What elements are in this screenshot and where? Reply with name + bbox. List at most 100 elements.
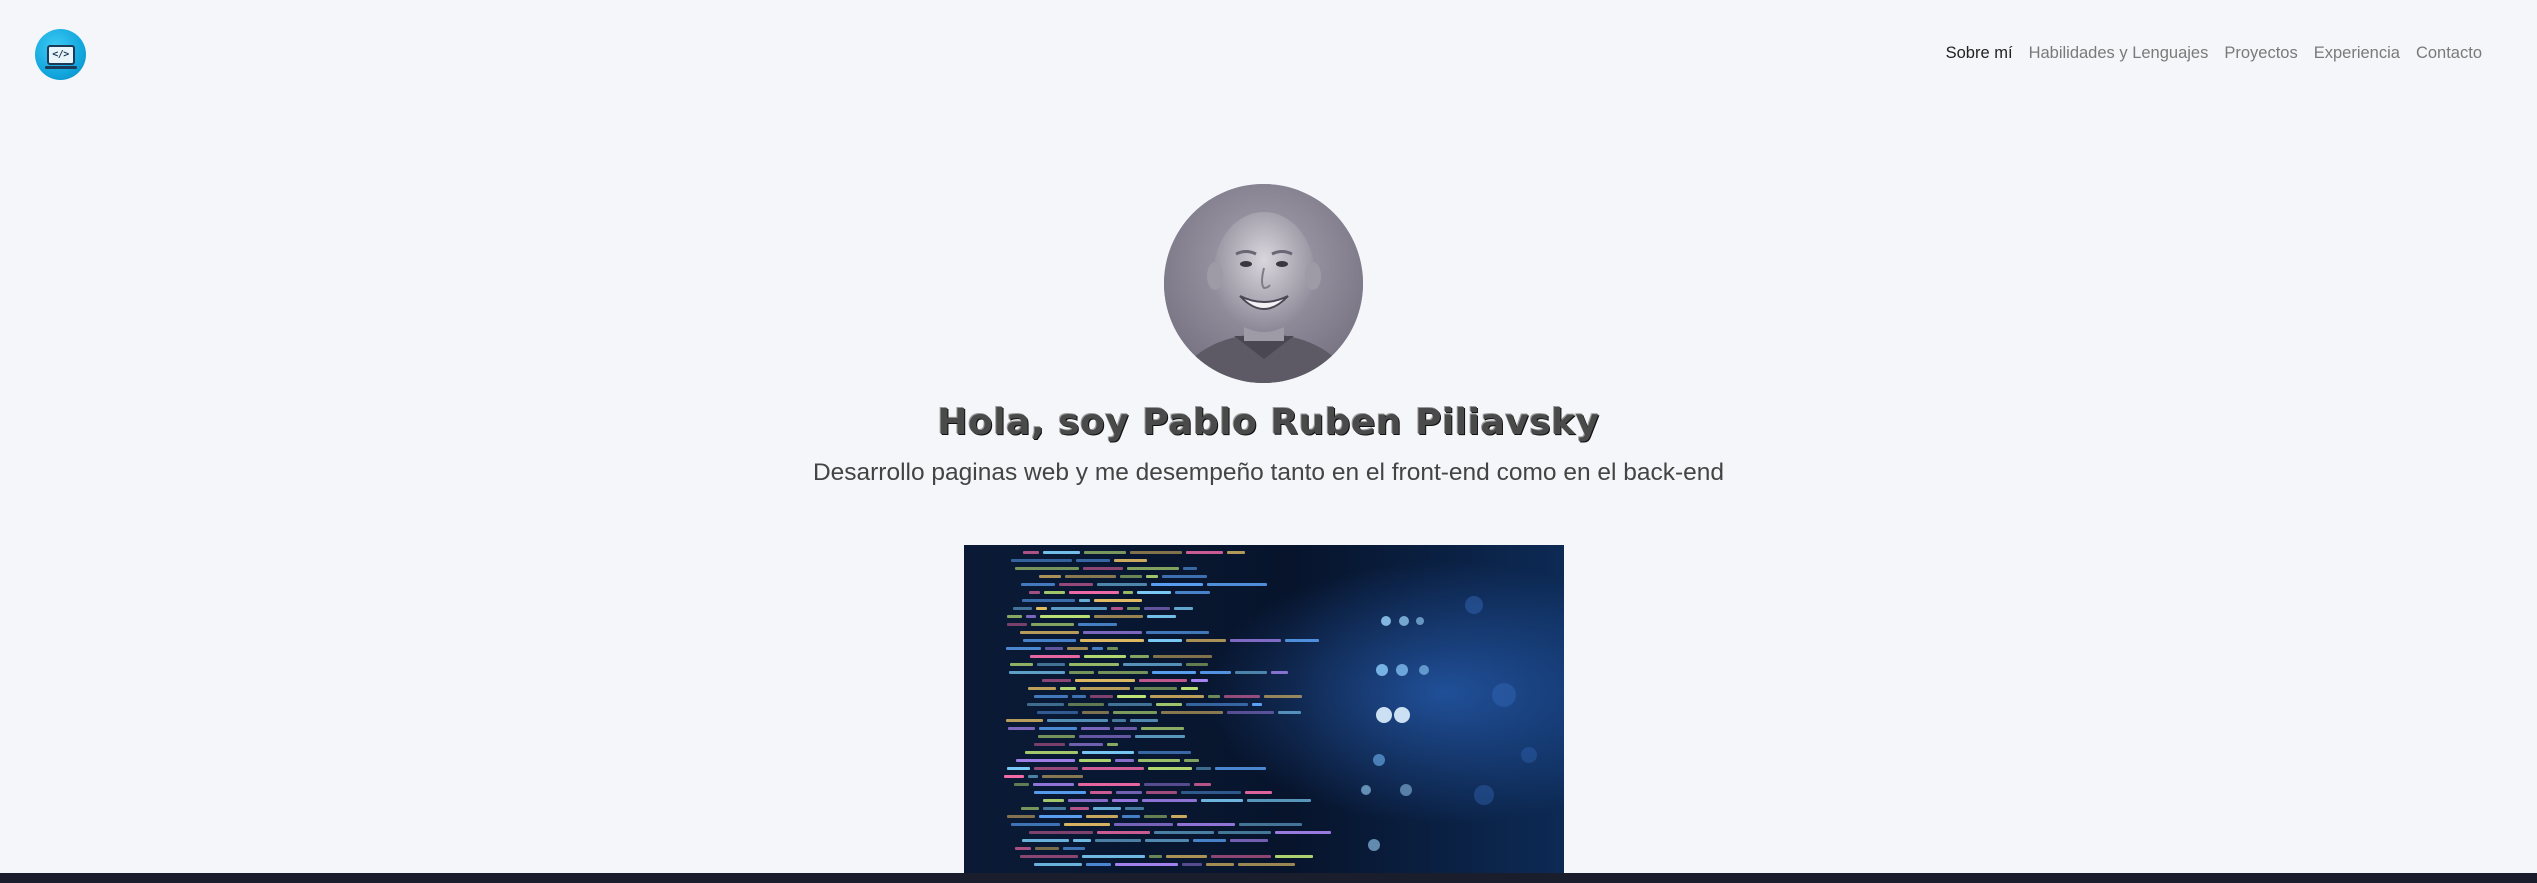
code-line-segment [1275,831,1331,834]
code-line-segment [1011,823,1060,826]
code-line-segment [1114,559,1147,562]
code-line-segment [1114,823,1173,826]
code-line-segment [1083,567,1123,570]
footer-bar [0,873,2537,883]
code-line-segment [1122,815,1140,818]
code-line-segment [1224,695,1260,698]
code-line-segment [1123,663,1182,666]
code-line-segment [1215,767,1266,770]
code-line-segment [1022,599,1075,602]
code-line-segment [1146,575,1158,578]
code-line-segment [1108,703,1152,706]
code-line-segment [1080,687,1130,690]
code-line-segment [1033,783,1074,786]
code-line-segment [1200,671,1231,674]
nav-link-proyectos[interactable]: Proyectos [2224,44,2297,63]
code-line-segment [1023,639,1076,642]
code-line-segment [1094,615,1143,618]
code-line-segment [1182,863,1202,866]
code-line-segment [1015,847,1031,850]
code-line-segment [1115,759,1134,762]
code-line-segment [1078,783,1140,786]
code-line-segment [1029,831,1093,834]
code-line-segment [1117,695,1146,698]
code-line-segment [1114,727,1137,730]
code-screen-image [964,545,1564,873]
nav-link-contacto[interactable]: Contacto [2416,44,2482,63]
code-line-segment [1068,703,1104,706]
code-line-segment [1011,559,1072,562]
code-line-segment [1186,639,1226,642]
code-line-segment [1148,639,1182,642]
code-line-segment [1186,663,1208,666]
code-line-segment [1014,783,1029,786]
code-line-segment [1022,839,1069,842]
nav-link-habilidades[interactable]: Habilidades y Lenguajes [2029,44,2209,63]
code-line-segment [1038,735,1075,738]
code-line-segment [1130,719,1158,722]
code-line-segment [1112,799,1138,802]
code-line-segment [1275,855,1313,858]
code-line-segment [1184,759,1199,762]
code-line-segment [1047,719,1108,722]
code-line-segment [1285,639,1319,642]
code-line-segment [1239,823,1302,826]
code-line-segment [1028,775,1038,778]
code-line-segment [1208,695,1220,698]
code-line-segment [1107,647,1118,650]
code-line-segment [1137,591,1171,594]
code-line-segment [1079,759,1111,762]
code-line-segment [1144,607,1170,610]
nav-link-experiencia[interactable]: Experiencia [2314,44,2400,63]
code-line-segment [1034,695,1068,698]
code-line-segment [1044,591,1065,594]
code-line-segment [1043,799,1064,802]
code-line-segment [1090,791,1112,794]
code-line-segment [1152,671,1196,674]
laptop-code-icon: </> [44,44,77,69]
code-line-segment [1177,823,1235,826]
code-line-segment [1084,655,1126,658]
code-line-segment [1245,791,1272,794]
code-line-segment [1193,839,1226,842]
code-line-segment [1030,655,1080,658]
code-line-segment [1146,791,1177,794]
code-line-segment [1059,583,1093,586]
code-line-segment [1010,663,1033,666]
code-line-segment [1007,615,1022,618]
code-line-segment [1191,679,1208,682]
code-line-segment [1007,815,1035,818]
code-line-segment [1186,551,1223,554]
navbar: </> Sobre mí Habilidades y Lenguajes Pro… [0,0,2537,108]
code-line-segment [1156,703,1182,706]
code-line-segment [1123,591,1133,594]
code-line-segment [1144,783,1190,786]
code-line-segment [1020,631,1079,634]
code-line-segment [1211,855,1271,858]
code-line-segment [1238,863,1295,866]
profile-photo-graphic [1164,184,1363,383]
code-line-segment [1040,615,1090,618]
code-line-segment [1068,799,1108,802]
code-line-segment [1111,607,1123,610]
code-line-segment [1127,567,1179,570]
code-line-segment [1084,551,1126,554]
code-line-segment [1098,671,1148,674]
code-line-segment [1021,807,1039,810]
code-line-segment [1196,767,1211,770]
code-line-segment [1043,551,1080,554]
code-line-segment [1034,743,1065,746]
code-line-segment [1079,599,1090,602]
code-line-segment [1037,711,1078,714]
code-line-segment [1252,703,1262,706]
code-line-segment [1026,615,1036,618]
code-line-segment [1116,791,1142,794]
code-line-segment [1097,583,1147,586]
code-line-segment [1207,583,1267,586]
code-line-segment [1141,727,1184,730]
logo[interactable]: </> [35,29,86,80]
nav-link-sobre-mi[interactable]: Sobre mí [1946,44,2013,63]
code-line-segment [1247,799,1311,802]
code-line-segment [1075,679,1135,682]
code-line-segment [1070,807,1089,810]
